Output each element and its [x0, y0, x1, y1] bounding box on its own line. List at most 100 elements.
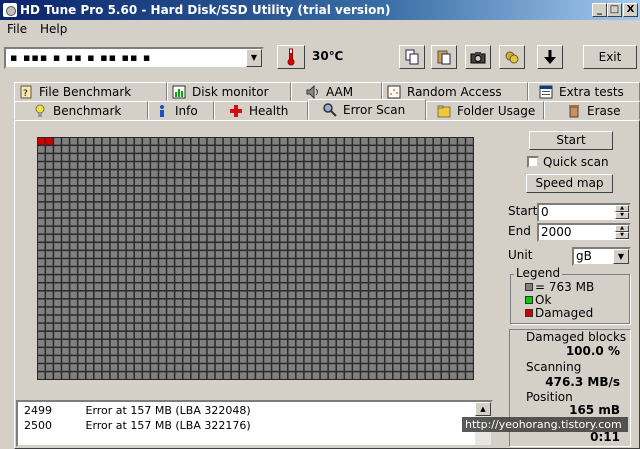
block [94, 202, 102, 210]
block [70, 323, 77, 331]
tab-error-scan[interactable]: Error Scan [308, 99, 426, 120]
block [78, 348, 85, 355]
block [296, 202, 304, 210]
block [46, 275, 53, 282]
block [433, 259, 441, 266]
block [377, 186, 384, 194]
spin-up-icon[interactable]: ▲ [615, 225, 629, 232]
tab-health[interactable]: Health [214, 101, 308, 120]
thermometer-icon[interactable] [277, 45, 305, 69]
speed-map-button[interactable]: Speed map [526, 174, 613, 193]
copy-icon[interactable] [399, 45, 425, 69]
drive-select[interactable]: ▪ ▪▪▪ ▪ ▪▪ ▪ ▪▪ ▪▪ ▪ ▼ [4, 47, 264, 69]
log-row[interactable]: 2499 Error at 157 MB (LBA 322048) [24, 404, 251, 419]
chevron-down-icon[interactable]: ▼ [246, 49, 262, 67]
close-button[interactable]: X [623, 3, 638, 17]
block [425, 283, 433, 291]
tab-info[interactable]: Info [148, 101, 214, 120]
block [199, 138, 207, 145]
block [385, 364, 393, 371]
chevron-down-icon[interactable]: ▼ [613, 249, 629, 264]
block [167, 283, 174, 291]
block [118, 372, 126, 379]
block [377, 194, 384, 202]
block [248, 146, 255, 153]
exit-button[interactable]: Exit [583, 45, 637, 69]
error-log[interactable]: 2499 Error at 157 MB (LBA 322048) 2500 E… [16, 400, 493, 447]
block [207, 162, 215, 169]
log-row[interactable]: 2500 Error at 157 MB (LBA 322176) [24, 419, 251, 434]
block [134, 210, 142, 218]
block [450, 283, 457, 291]
block [167, 307, 174, 315]
block [450, 251, 457, 258]
block [361, 323, 368, 331]
block [433, 331, 441, 339]
block [62, 259, 69, 266]
spin-up-icon[interactable]: ▲ [615, 205, 629, 212]
block [70, 348, 77, 355]
block [46, 348, 53, 355]
block [248, 331, 255, 339]
block [425, 210, 433, 218]
block [361, 170, 368, 177]
spin-down-icon[interactable]: ▼ [615, 212, 629, 219]
block [458, 243, 465, 250]
block [126, 178, 134, 185]
options-icon[interactable] [499, 45, 525, 69]
block [134, 243, 142, 250]
block [320, 331, 328, 339]
tab-benchmark[interactable]: Benchmark [14, 101, 148, 120]
download-icon[interactable] [537, 45, 563, 69]
block [312, 186, 320, 194]
block [70, 356, 77, 363]
end-spinner[interactable]: ▲ ▼ [615, 225, 629, 240]
block [175, 210, 182, 218]
block [191, 291, 199, 299]
end-field[interactable]: 2000 ▲ ▼ [537, 223, 631, 242]
block [159, 170, 166, 177]
spin-down-icon[interactable]: ▼ [615, 232, 629, 239]
block [215, 178, 223, 185]
block [336, 259, 344, 266]
minimize-button[interactable]: _ [592, 3, 607, 17]
tab-erase[interactable]: Erase [544, 101, 640, 120]
block [345, 146, 352, 153]
block [345, 307, 352, 315]
scroll-up-icon[interactable]: ▲ [475, 402, 491, 416]
paste-icon[interactable] [431, 45, 457, 69]
block [143, 226, 150, 234]
start-spinner[interactable]: ▲ ▼ [615, 205, 629, 220]
maximize-button[interactable]: □ [607, 3, 622, 17]
drive-select-value: ▪ ▪▪▪ ▪ ▪▪ ▪ ▪▪ ▪▪ ▪ [10, 51, 152, 64]
block [62, 315, 69, 323]
start-field[interactable]: 0 ▲ ▼ [537, 203, 631, 222]
tab-folder-usage[interactable]: Folder Usage [426, 101, 544, 120]
quick-scan-checkbox[interactable] [527, 156, 539, 168]
block [94, 162, 102, 169]
block [385, 243, 393, 250]
block [159, 267, 166, 274]
block [425, 178, 433, 185]
block [417, 364, 425, 371]
legend-damaged-text: Damaged [535, 306, 594, 320]
tab-extra-tests[interactable]: Extra tests [528, 82, 640, 101]
block [167, 243, 174, 250]
log-message: Error at 157 MB (LBA 322048) [85, 404, 251, 417]
camera-icon[interactable] [465, 45, 491, 69]
block [320, 218, 328, 226]
block [466, 154, 473, 161]
tab-file-benchmark[interactable]: ? File Benchmark [14, 82, 167, 101]
block [167, 146, 174, 153]
block [159, 243, 166, 250]
block [167, 210, 174, 218]
block [320, 340, 328, 347]
menu-help[interactable]: Help [40, 22, 67, 36]
block [70, 202, 77, 210]
tab-disk-monitor[interactable]: Disk monitor [167, 82, 291, 101]
start-button[interactable]: Start [529, 131, 613, 150]
menu-file[interactable]: File [7, 22, 27, 36]
block [54, 348, 61, 355]
block [280, 356, 287, 363]
unit-select[interactable]: gB ▼ [572, 247, 631, 266]
